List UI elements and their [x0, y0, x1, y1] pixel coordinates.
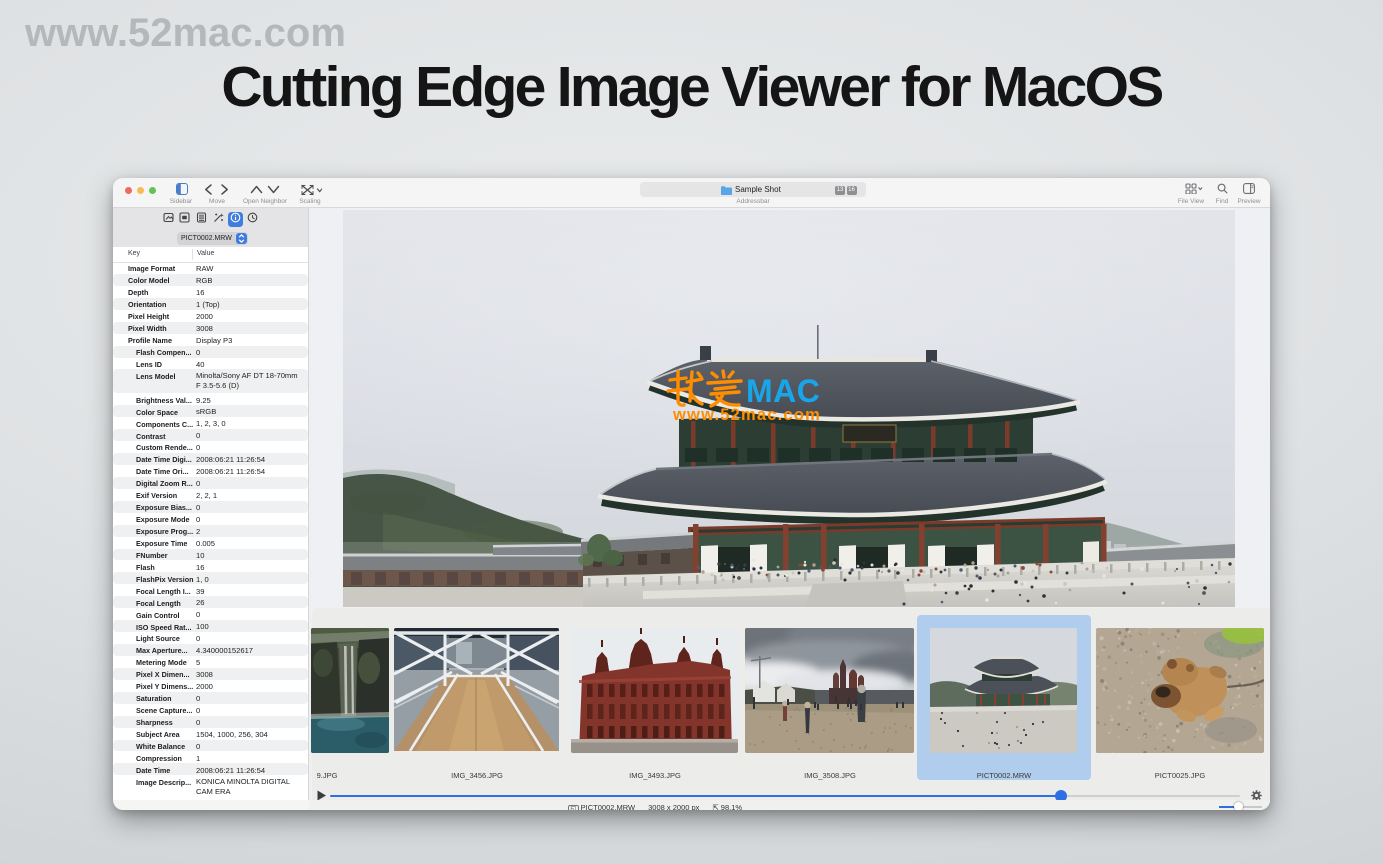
- svg-text:www.52mac.com: www.52mac.com: [672, 406, 821, 424]
- svg-text:MAC: MAC: [746, 373, 820, 409]
